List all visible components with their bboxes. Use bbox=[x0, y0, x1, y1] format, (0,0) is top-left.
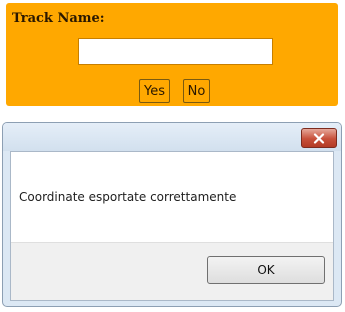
close-button[interactable] bbox=[301, 128, 337, 148]
message-dialog: Coordinate esportate correttamente OK bbox=[2, 122, 342, 307]
dialog-content: Coordinate esportate correttamente OK bbox=[10, 151, 334, 301]
yes-button[interactable]: Yes bbox=[139, 79, 170, 103]
dialog-footer: OK bbox=[11, 242, 333, 300]
track-name-input[interactable] bbox=[78, 38, 273, 65]
close-icon bbox=[313, 129, 325, 148]
track-name-label: Track Name: bbox=[12, 11, 105, 26]
track-name-panel: Track Name: Yes No bbox=[6, 3, 338, 106]
ok-button[interactable]: OK bbox=[207, 256, 325, 284]
dialog-message: Coordinate esportate correttamente bbox=[19, 190, 237, 204]
dialog-title-bar[interactable] bbox=[3, 123, 341, 151]
no-button[interactable]: No bbox=[183, 79, 210, 103]
